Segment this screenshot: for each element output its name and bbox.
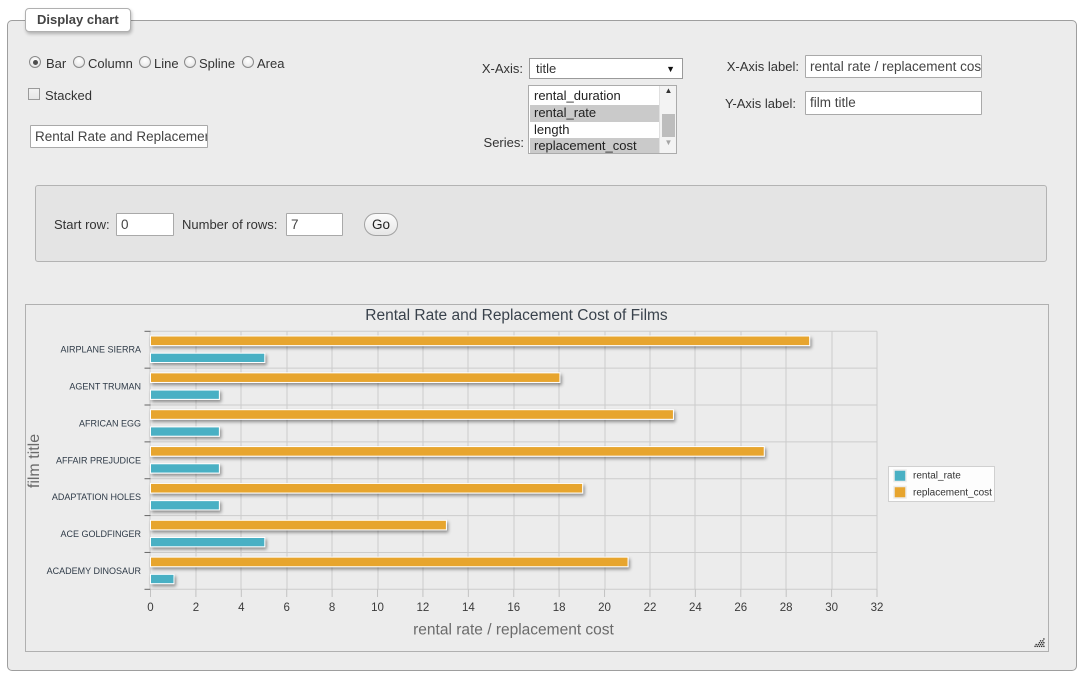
svg-text:20: 20 [598,602,611,614]
svg-text:replacement_cost: replacement_cost [913,488,992,499]
svg-text:24: 24 [689,602,702,614]
svg-text:4: 4 [238,602,245,614]
svg-text:rental rate / replacement cost: rental rate / replacement cost [413,622,614,639]
svg-text:0: 0 [147,602,153,614]
svg-text:2: 2 [193,602,199,614]
svg-text:film title: film title [26,434,43,488]
svg-text:32: 32 [871,602,884,614]
svg-text:22: 22 [644,602,657,614]
svg-text:8: 8 [329,602,335,614]
svg-text:30: 30 [825,602,838,614]
svg-text:16: 16 [507,602,520,614]
svg-text:AIRPLANE SIERRA: AIRPLANE SIERRA [60,345,141,355]
svg-text:rental_rate: rental_rate [913,471,961,482]
svg-text:14: 14 [462,602,475,614]
svg-text:10: 10 [371,602,384,614]
svg-text:26: 26 [734,602,747,614]
svg-text:AGENT TRUMAN: AGENT TRUMAN [69,382,141,392]
svg-text:28: 28 [780,602,793,614]
svg-text:AFFAIR PREJUDICE: AFFAIR PREJUDICE [56,455,141,465]
svg-text:ADAPTATION HOLES: ADAPTATION HOLES [52,492,141,502]
svg-text:6: 6 [284,602,290,614]
svg-text:12: 12 [417,602,430,614]
svg-text:AFRICAN EGG: AFRICAN EGG [79,418,141,428]
svg-text:Rental Rate and Replacement Co: Rental Rate and Replacement Cost of Film… [365,307,668,324]
svg-text:ACADEMY DINOSAUR: ACADEMY DINOSAUR [47,566,142,576]
svg-text:ACE GOLDFINGER: ACE GOLDFINGER [60,529,141,539]
svg-text:18: 18 [553,602,566,614]
